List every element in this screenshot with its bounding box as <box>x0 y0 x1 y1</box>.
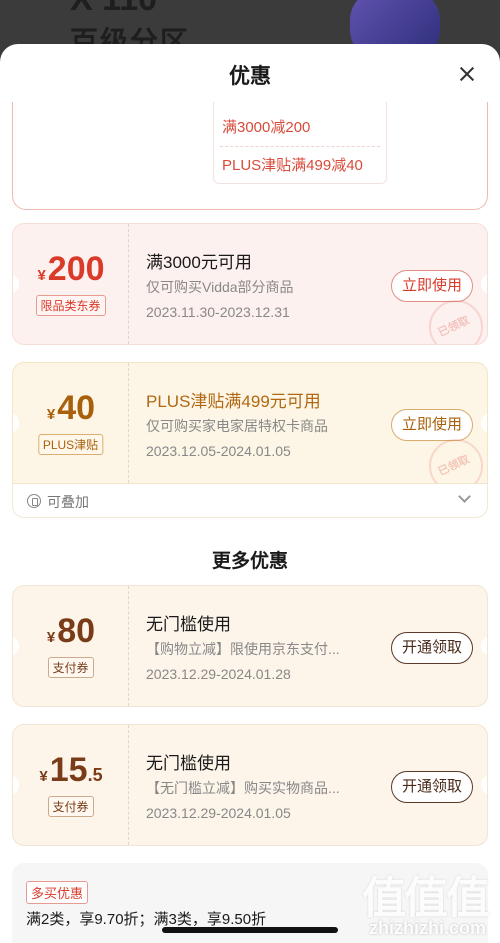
coupon-card-80: ¥80 支付券 无门槛使用 【购物立减】限使用京东支付... 2023.12.2… <box>12 585 488 707</box>
ticket-notch <box>481 775 487 795</box>
coupon-card-200: ¥200 限品类东券 满3000元可用 仅可购买Vidda部分商品 2023.1… <box>12 223 488 345</box>
coupon-description: 【无门槛立减】购买实物商品... <box>146 780 340 796</box>
sheet-title: 优惠 <box>229 65 271 88</box>
watermark-site: zhizhizhi.com <box>369 918 486 938</box>
currency-symbol: ¥ <box>37 267 46 284</box>
coupon-amount-panel: ¥80 支付券 <box>13 586 129 706</box>
amount-decimal: .5 <box>87 765 103 785</box>
amount-value: 80 <box>57 612 96 650</box>
coupon-type-tag: 支付券 <box>47 796 94 817</box>
use-now-button[interactable]: 立即使用 <box>390 409 473 441</box>
divider <box>220 146 380 147</box>
currency-symbol: ¥ <box>39 768 48 785</box>
multi-buy-text: 满2类，享9.70折；满3类，享9.50折 <box>26 911 267 928</box>
coupon-amount: ¥200 <box>13 250 129 289</box>
multi-buy-tag: 多买优惠 <box>26 881 89 904</box>
discount-summary-box: 满3000减200 PLUS津贴满499减40 <box>213 102 387 184</box>
sheet-header: 优惠 <box>0 44 500 104</box>
currency-symbol: ¥ <box>46 629 56 646</box>
claimed-stamp-icon: 已领取 <box>429 439 483 483</box>
coupon-amount: ¥15.5 <box>13 751 129 790</box>
coupon-validity: 2023.12.05-2024.01.05 <box>146 443 291 459</box>
coupon-validity: 2023.12.29-2024.01.05 <box>146 805 291 821</box>
coupon-amount-panel: ¥200 限品类东券 <box>13 224 129 344</box>
coupon-card-15-5: ¥15.5 支付券 无门槛使用 【无门槛立减】购买实物商品... 2023.12… <box>12 724 488 846</box>
coupon-description: 【购物立减】限使用京东支付... <box>146 641 340 657</box>
coupon-description: 仅可购买Vidda部分商品 <box>146 279 294 295</box>
coupon-sheet: 优惠 满3000减200 PLUS津贴满499减40 ¥200 限品类东券 满3… <box>0 44 500 943</box>
partial-coupon-card: 满3000减200 PLUS津贴满499减40 <box>12 102 488 210</box>
chevron-down-icon[interactable] <box>458 490 471 503</box>
coupon-type-tag: 限品类东券 <box>35 295 106 316</box>
claimed-stamp-icon: 已领取 <box>429 300 483 344</box>
use-now-button[interactable]: 立即使用 <box>390 270 473 302</box>
coupon-title: PLUS津贴满499元可用 <box>146 392 321 411</box>
watermark: 值值值 zhizhizhi.com <box>348 862 490 942</box>
amount-value: 200 <box>47 250 105 288</box>
banner-model-text: X 110 <box>70 0 157 19</box>
coupon-amount-panel: ¥15.5 支付券 <box>13 725 129 845</box>
currency-symbol: ¥ <box>46 406 56 423</box>
coupon-title: 满3000元可用 <box>146 253 252 272</box>
coupon-title: 无门槛使用 <box>146 754 231 773</box>
coupon-amount: ¥80 <box>13 612 129 651</box>
coupon-validity: 2023.11.30-2023.12.31 <box>146 304 290 320</box>
ticket-notch <box>481 413 487 433</box>
ticket-notch <box>481 274 487 294</box>
coupon-type-tag: PLUS津贴 <box>37 434 104 455</box>
discount-line-2: PLUS津贴满499减40 <box>222 157 363 174</box>
stamp-label: 已领取 <box>436 314 472 340</box>
ticket-notch <box>481 636 487 656</box>
coupon-title: 无门槛使用 <box>146 615 231 634</box>
home-indicator <box>162 927 338 933</box>
open-and-claim-button[interactable]: 开通领取 <box>390 771 473 803</box>
stackable-label: 可叠加 <box>47 494 89 510</box>
coupon-amount-panel: ¥40 PLUS津贴 <box>13 363 129 483</box>
stack-icon <box>27 494 41 508</box>
coupon-validity: 2023.12.29-2024.01.28 <box>146 666 291 682</box>
amount-value: 15 <box>49 751 88 789</box>
close-icon[interactable] <box>458 65 476 83</box>
coupon-description: 仅可购买家电家居特权卡商品 <box>146 418 328 434</box>
amount-value: 40 <box>57 389 96 427</box>
discount-line-1: 满3000减200 <box>222 119 311 136</box>
coupon-type-tag: 支付券 <box>47 657 94 678</box>
watermark-logo: 值值值 <box>362 874 490 923</box>
more-offers-title: 更多优惠 <box>211 551 288 572</box>
coupon-card-plus: ¥40 PLUS津贴 PLUS津贴满499元可用 仅可购买家电家居特权卡商品 2… <box>12 362 488 484</box>
stamp-label: 已领取 <box>436 453 472 479</box>
stackable-row[interactable]: 可叠加 <box>12 484 488 518</box>
open-and-claim-button[interactable]: 开通领取 <box>390 632 473 664</box>
coupon-amount: ¥40 <box>13 389 129 428</box>
